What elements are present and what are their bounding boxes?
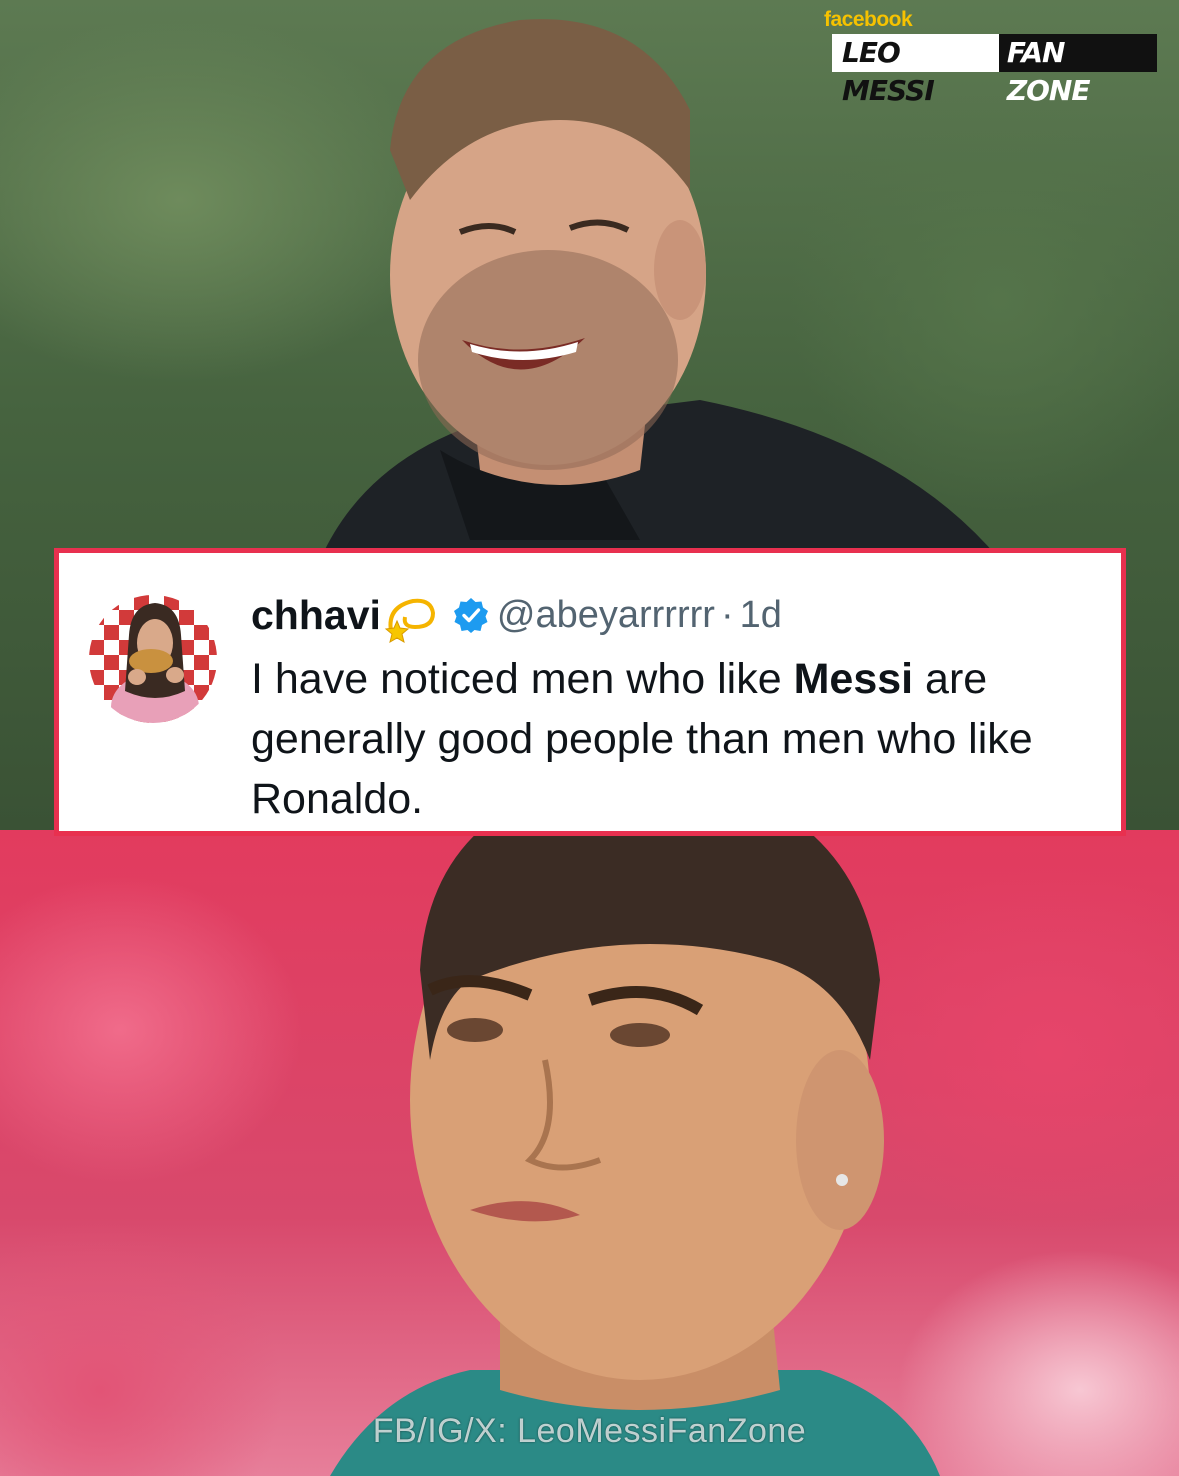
tweet-header: chhavi @abeyarrrrrr · 1d	[251, 589, 782, 643]
tweet-text-bold: Messi	[793, 655, 914, 703]
verified-badge-icon	[453, 598, 488, 633]
tweet-separator: ·	[720, 593, 734, 636]
avatar	[89, 595, 217, 723]
brand-name-left: LEO MESSI	[832, 34, 999, 107]
avatar-image	[111, 603, 199, 723]
grimacing-man-figure	[330, 830, 940, 1476]
dizzy-star-icon	[384, 598, 435, 643]
tweet-timestamp[interactable]: 1d	[740, 594, 782, 637]
brand-logo: facebook LEO MESSI FAN ZONE	[824, 8, 1157, 107]
tweet-card: chhavi @abeyarrrrrr · 1d I have noticed …	[54, 548, 1126, 836]
brand-name: LEO MESSI FAN ZONE	[832, 34, 1157, 107]
bottom-photo	[0, 830, 1179, 1476]
brand-platform: facebook	[824, 8, 913, 31]
watermark: FB/IG/X: LeoMessiFanZone	[372, 1412, 807, 1450]
tweet-display-name[interactable]: chhavi	[251, 592, 381, 639]
brand-name-right: FAN ZONE	[998, 34, 1157, 107]
tweet-text-before: I have noticed men who like	[251, 655, 794, 703]
tweet-handle[interactable]: @abeyarrrrrr	[497, 594, 715, 637]
tweet-text: I have noticed men who like Messi are ge…	[251, 649, 1121, 829]
